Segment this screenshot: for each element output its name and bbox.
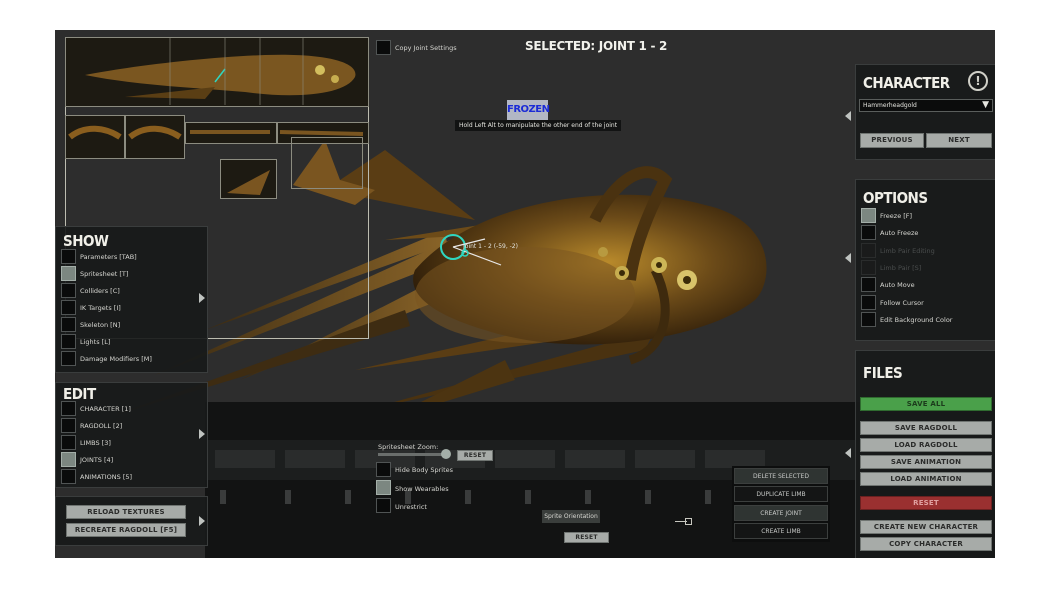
show-item-checkbox[interactable] [61, 334, 76, 349]
reset-button[interactable]: RESET [860, 496, 992, 510]
unrestrict-checkbox[interactable] [376, 498, 391, 513]
options-title: OPTIONS [863, 189, 928, 207]
option-item-label: Limb Pair [S] [880, 263, 922, 272]
load-ragdoll-button[interactable]: LOAD RAGDOLL [860, 438, 992, 452]
edit-item-checkbox[interactable] [61, 469, 76, 484]
option-item-label: Auto Freeze [880, 229, 919, 238]
character-panel: CHARACTER ! Hammerheadgold ▼ PREVIOUS NE… [855, 64, 995, 160]
option-item-label: Limb Pair Editing [880, 246, 935, 255]
zoom-reset-button[interactable]: RESET [457, 450, 493, 461]
option-item-label: Freeze [F] [880, 212, 913, 220]
option-item-checkbox[interactable] [861, 277, 876, 293]
show-item-label: IK Targets [I] [80, 304, 121, 312]
show-item-checkbox[interactable] [61, 317, 76, 332]
edit-item-checkbox[interactable] [61, 401, 76, 416]
selected-title: SELECTED: JOINT 1 - 2 [525, 39, 668, 53]
option-item-checkbox[interactable] [861, 208, 876, 223]
show-panel: SHOW Parameters [TAB] Spritesheet [T] Coll… [55, 226, 208, 373]
edit-item-checkbox[interactable] [61, 418, 76, 433]
show-item-label: Colliders [C] [80, 287, 120, 295]
option-item-checkbox[interactable] [861, 294, 876, 310]
option-item-checkbox[interactable] [861, 242, 876, 258]
editor-viewport[interactable]: Copy Joint Settings SELECTED: JOINT 1 - … [55, 30, 995, 558]
option-item-label: Auto Move [880, 281, 915, 290]
options-panel: OPTIONS Freeze [F] Auto Freeze Limb Pair E… [855, 179, 995, 341]
delete-selected-button[interactable]: DELETE SELECTED [734, 468, 828, 484]
expand-right-icon[interactable] [199, 293, 205, 303]
hide-body-sprites-checkbox[interactable] [376, 462, 391, 477]
zoom-slider-track[interactable] [378, 453, 448, 456]
create-new-character-button[interactable]: CREATE NEW CHARACTER [860, 520, 992, 534]
sprite-limbs [68, 125, 364, 195]
reload-textures-button[interactable]: RELOAD TEXTURES [66, 505, 186, 519]
copy-joint-settings-checkbox[interactable] [376, 40, 391, 55]
option-item-label: Follow Cursor [880, 298, 924, 307]
spritesheet-zoom-label: Spritesheet Zoom: [378, 443, 439, 451]
option-item-checkbox[interactable] [861, 311, 876, 327]
option-item-checkbox[interactable] [861, 259, 876, 275]
copy-joint-settings-label: Copy Joint Settings [395, 44, 457, 52]
character-dropdown-value: Hammerheadgold [863, 102, 917, 109]
files-title: FILES [863, 364, 903, 382]
files-panel: FILES SAVE ALL SAVE RAGDOLL LOAD RAGDOLL… [855, 350, 995, 558]
joint-label: Joint 1 - 2 (-59, -2) [463, 243, 518, 250]
save-all-button[interactable]: SAVE ALL [860, 397, 992, 411]
show-item-label: Lights [L] [80, 338, 111, 346]
orientation-reset-button[interactable]: RESET [564, 532, 609, 543]
show-item-checkbox[interactable] [61, 300, 76, 315]
edit-item-checkbox[interactable] [61, 435, 76, 450]
edit-item-label: CHARACTER [1] [80, 405, 131, 413]
edit-item-checkbox[interactable] [61, 452, 76, 467]
show-wearables-label: Show Wearables [395, 485, 449, 493]
next-button[interactable]: NEXT [926, 133, 992, 148]
show-item-checkbox[interactable] [61, 351, 76, 366]
create-limb-button[interactable]: CREATE LIMB [734, 523, 828, 539]
option-item-label: Edit Background Color [880, 315, 953, 324]
show-item-checkbox[interactable] [61, 249, 76, 264]
collapse-left-icon[interactable] [845, 111, 851, 121]
save-ragdoll-button[interactable]: SAVE RAGDOLL [860, 421, 992, 435]
chevron-down-icon: ▼ [982, 100, 989, 110]
show-item-label: Skeleton [N] [80, 321, 121, 329]
edit-item-label: RAGDOLL [2] [80, 422, 123, 430]
edit-item-label: JOINTS [4] [80, 456, 114, 464]
copy-character-button[interactable]: COPY CHARACTER [860, 537, 992, 551]
show-item-checkbox[interactable] [61, 266, 76, 281]
zoom-slider-handle[interactable] [441, 449, 451, 459]
collapse-left-icon[interactable] [845, 253, 851, 263]
limb-actions-panel: DELETE SELECTED DUPLICATE LIMB CREATE JO… [732, 466, 830, 542]
hide-body-sprites-label: Hide Body Sprites [395, 466, 454, 474]
info-icon[interactable]: ! [968, 71, 988, 91]
edit-item-label: LIMBS [3] [80, 439, 111, 447]
frozen-badge: FROZEN [507, 100, 550, 120]
show-title: SHOW [63, 232, 109, 250]
recreate-ragdoll-button[interactable]: RECREATE RAGDOLL [F5] [66, 523, 186, 537]
show-item-label: Damage Modifiers [M] [80, 355, 152, 363]
expand-right-icon[interactable] [199, 516, 205, 526]
collapse-left-icon[interactable] [845, 448, 851, 458]
edit-item-label: ANIMATIONS [5] [80, 473, 133, 481]
orientation-handle[interactable] [685, 518, 692, 525]
manipulate-hint: Hold Left Alt to manipulate the other en… [455, 120, 622, 131]
show-wearables-checkbox[interactable] [376, 480, 391, 495]
show-item-label: Parameters [TAB] [80, 253, 137, 261]
character-dropdown[interactable]: Hammerheadgold ▼ [859, 99, 993, 112]
unrestrict-label: Unrestrict [395, 503, 427, 511]
show-item-label: Spritesheet [T] [80, 270, 129, 278]
duplicate-limb-button[interactable]: DUPLICATE LIMB [734, 486, 828, 502]
save-animation-button[interactable]: SAVE ANIMATION [860, 455, 992, 469]
previous-button[interactable]: PREVIOUS [860, 133, 924, 148]
expand-right-icon[interactable] [199, 429, 205, 439]
sprite-orientation-label: Sprite Orientation [542, 510, 600, 523]
load-animation-button[interactable]: LOAD ANIMATION [860, 472, 992, 486]
edit-panel: EDIT CHARACTER [1] RAGDOLL [2] LIMBS [3] JO… [55, 382, 208, 488]
create-joint-button[interactable]: CREATE JOINT [734, 505, 828, 521]
character-title: CHARACTER [863, 74, 950, 92]
option-item-checkbox[interactable] [861, 225, 876, 241]
sprite-body [85, 37, 356, 105]
bottom-left-panel: RELOAD TEXTURES RECREATE RAGDOLL [F5] [55, 496, 208, 546]
show-item-checkbox[interactable] [61, 283, 76, 298]
